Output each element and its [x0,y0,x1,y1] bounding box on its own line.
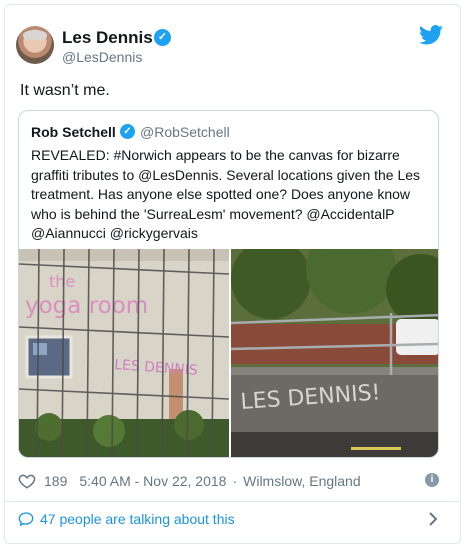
heart-icon[interactable] [18,472,36,490]
info-icon[interactable]: i [425,473,439,487]
divider [4,501,459,502]
twitter-bird-icon[interactable] [419,25,443,45]
verified-badge-icon: ✓ [154,29,171,46]
quoted-author-handle[interactable]: @RobSetchell [140,124,230,140]
meta-separator: · [232,473,238,489]
tweet-time[interactable]: 5:40 AM - Nov 22, 2018 [79,473,226,489]
people-talking-text[interactable]: 47 people are talking about this [40,511,235,527]
author-handle[interactable]: @LesDennis [62,49,142,65]
yoga-sign-the: the [49,272,75,291]
quoted-tweet[interactable]: Rob Setchell ✓ @RobSetchell REVEALED: #N… [18,110,439,458]
chevron-right-icon[interactable] [428,511,438,527]
people-talking-link[interactable]: 47 people are talking about this [18,511,235,527]
author-name[interactable]: Les Dennis [62,28,153,48]
tweet-text: It wasn’t me. [20,82,110,99]
quoted-verified-badge-icon: ✓ [120,124,135,139]
yoga-sign-text: yoga room [25,293,148,319]
quoted-photo-yoga-room[interactable]: the yoga room LES DENNIS [19,249,229,458]
quoted-author-name[interactable]: Rob Setchell [31,124,116,140]
tweet-location[interactable]: Wilmslow, England [243,473,361,489]
quoted-photo-wall-graffiti[interactable]: LES DENNIS! [231,249,439,458]
tweet-meta: 189 5:40 AM - Nov 22, 2018 · Wilmslow, E… [18,470,361,492]
reply-bubble-icon [18,512,34,527]
author-avatar[interactable] [16,26,54,64]
quoted-tweet-text: REVEALED: #Norwich appears to be the can… [31,147,421,241]
like-count[interactable]: 189 [44,473,67,489]
